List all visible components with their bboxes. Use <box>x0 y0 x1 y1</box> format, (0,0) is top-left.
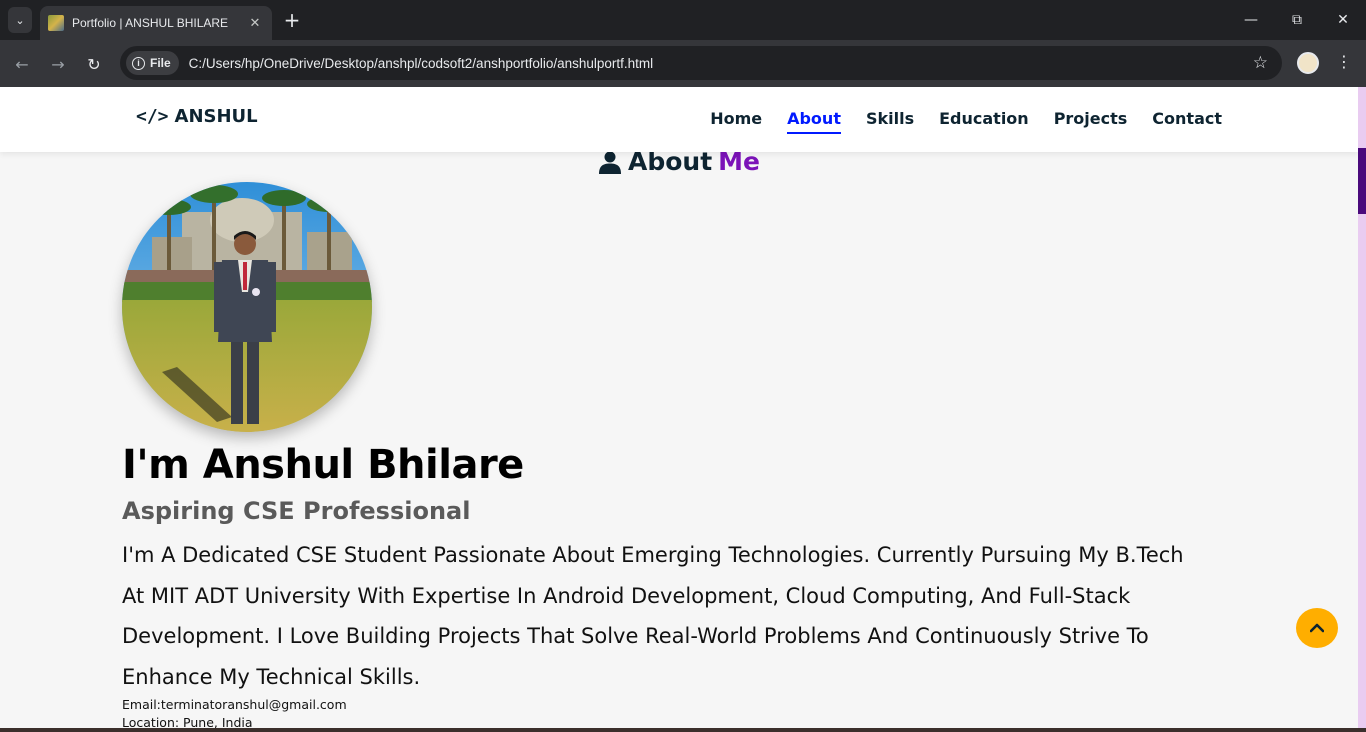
chevron-up-icon <box>1310 623 1324 633</box>
window-close-icon[interactable]: ✕ <box>1320 0 1366 40</box>
nav-education[interactable]: Education <box>939 109 1029 134</box>
brand-logo[interactable]: </> ANSHUL <box>136 106 258 127</box>
reload-icon[interactable]: ↻ <box>81 51 107 77</box>
minimize-icon[interactable]: — <box>1228 0 1274 40</box>
profile-avatar-icon[interactable] <box>1297 52 1319 74</box>
about-email: Email:terminatoranshul@gmail.com <box>122 697 347 712</box>
nav-projects[interactable]: Projects <box>1054 109 1128 134</box>
about-name: I'm Anshul Bhilare <box>122 442 524 488</box>
back-arrow-icon[interactable]: ← <box>9 51 35 77</box>
browser-tab[interactable]: Portfolio | ANSHUL BHILARE ✕ <box>40 6 272 40</box>
brand-name: ANSHUL <box>174 106 258 127</box>
tab-close-icon[interactable]: ✕ <box>246 16 264 31</box>
url-text[interactable]: C:/Users/hp/OneDrive/Desktop/anshpl/cods… <box>189 56 1253 71</box>
profile-photo <box>122 182 372 432</box>
nav-home[interactable]: Home <box>710 109 762 134</box>
code-icon: </> <box>136 106 169 127</box>
about-bio: I'm A Dedicated CSE Student Passionate A… <box>122 543 1184 689</box>
restore-icon[interactable]: ⧉ <box>1274 0 1320 40</box>
nav-about[interactable]: About <box>787 109 841 134</box>
browser-toolbar: ← → ↻ i File C:/Users/hp/OneDrive/Deskto… <box>0 40 1366 87</box>
profile-photo-illustration <box>122 182 372 432</box>
tab-title: Portfolio | ANSHUL BHILARE <box>72 16 229 30</box>
browser-tab-bar: ⌄ Portfolio | ANSHUL BHILARE ✕ + — ⧉ ✕ <box>0 0 1366 40</box>
site-info-label: File <box>150 56 171 70</box>
scrollbar-thumb[interactable] <box>1358 148 1366 214</box>
address-bar[interactable]: i File C:/Users/hp/OneDrive/Desktop/ansh… <box>120 46 1282 80</box>
page-scrollbar[interactable] <box>1358 87 1366 728</box>
user-icon <box>598 151 621 174</box>
about-location: Location: Pune, India <box>122 715 253 728</box>
bookmark-star-icon[interactable]: ☆ <box>1253 53 1268 73</box>
site-info-chip[interactable]: i File <box>126 51 179 75</box>
page-viewport: </> ANSHUL Home About Skills Education P… <box>0 87 1358 728</box>
info-icon: i <box>132 56 145 70</box>
new-tab-plus-icon[interactable]: + <box>282 8 302 32</box>
tab-search-chevron-icon[interactable]: ⌄ <box>8 7 32 33</box>
more-menu-icon[interactable]: ⋮ <box>1334 52 1354 71</box>
scroll-to-top-button[interactable] <box>1296 608 1338 648</box>
nav-skills[interactable]: Skills <box>866 109 914 134</box>
taskbar-edge <box>0 728 1366 732</box>
nav-contact[interactable]: Contact <box>1152 109 1222 134</box>
forward-arrow-icon[interactable]: → <box>45 51 71 77</box>
main-nav: Home About Skills Education Projects Con… <box>710 109 1222 134</box>
site-header: </> ANSHUL Home About Skills Education P… <box>0 87 1358 152</box>
favicon-icon <box>48 15 64 31</box>
about-tagline: Aspiring CSE Professional <box>122 497 471 525</box>
